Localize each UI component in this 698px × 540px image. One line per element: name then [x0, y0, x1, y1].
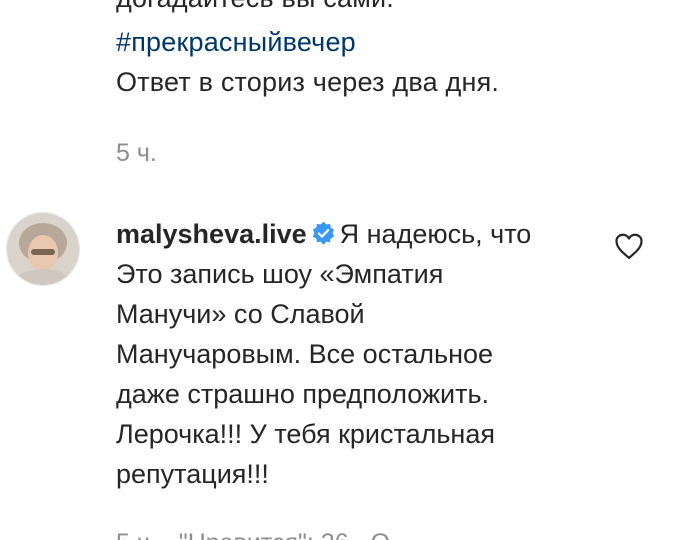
- post-timestamp[interactable]: 5 ч.: [116, 133, 157, 173]
- comment-timestamp[interactable]: 5 ч.: [116, 529, 157, 540]
- comment-line-1: Я надеюсь, что: [339, 219, 532, 249]
- avatar-image: [7, 213, 79, 285]
- comment-text: malysheva.live Я надеюсь, что Это запись…: [116, 214, 576, 494]
- reply-button[interactable]: О: [371, 529, 390, 540]
- verified-badge-icon: [312, 221, 334, 245]
- comment-line-5: даже страшно предположить.: [116, 379, 490, 409]
- comment-likes-count[interactable]: "Нравится": 26: [179, 529, 349, 540]
- comment-line-2: Это запись шоу «Эмпатия: [116, 259, 444, 289]
- hashtag-link[interactable]: #прекрасныйвечер: [116, 22, 356, 62]
- comment-line-6: Лерочка!!! У тебя кристальная: [116, 419, 495, 449]
- avatar[interactable]: [6, 212, 80, 286]
- comment-line-4: Манучаровым. Все остальное: [116, 339, 494, 369]
- caption-partial-line: догадайтесь вы сами.: [116, 0, 394, 18]
- comment-meta: 5 ч. "Нравится": 26 О: [116, 523, 412, 540]
- caption-line: Ответ в сториз через два дня.: [116, 67, 500, 97]
- comments-panel: догадайтесь вы сами. #прекрасныйвечер От…: [0, 0, 698, 540]
- comment-line-3: Манучи» со Славой: [116, 299, 365, 329]
- comment-username[interactable]: malysheva.live: [116, 219, 307, 249]
- comment-line-7: репутация!!!: [116, 459, 269, 489]
- like-heart-icon[interactable]: [614, 232, 644, 260]
